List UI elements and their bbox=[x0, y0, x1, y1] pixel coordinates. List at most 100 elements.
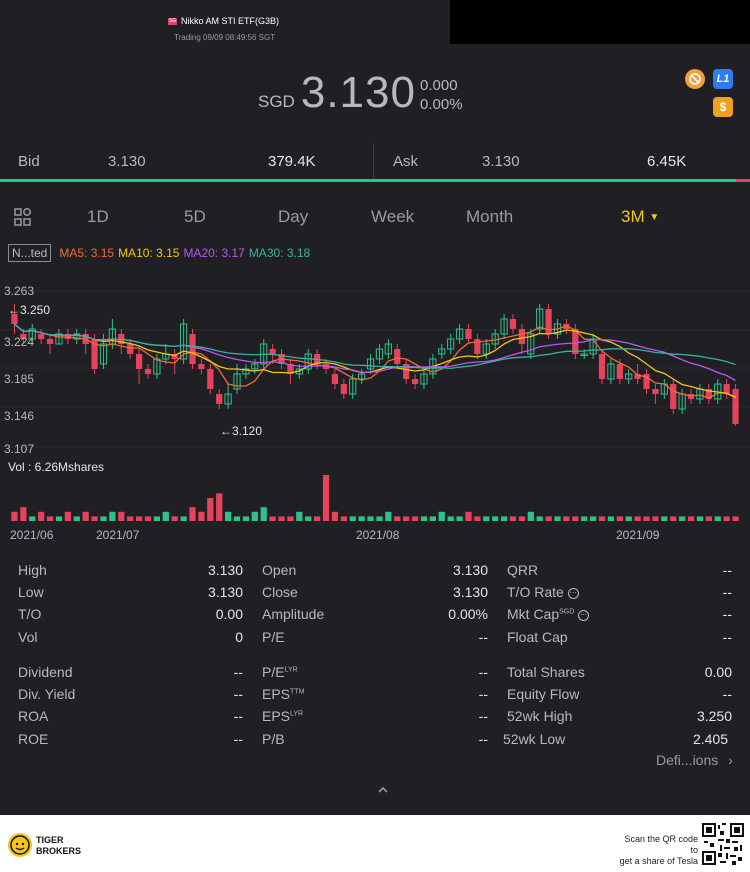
candlestick-chart[interactable] bbox=[0, 275, 750, 525]
stat-value: -- bbox=[478, 664, 488, 680]
qr-caption-line: Scan the QR code to bbox=[624, 834, 698, 855]
ma5-label: MA5: 3.15 bbox=[59, 246, 115, 260]
volume-label: Vol : 6.26Mshares bbox=[8, 460, 105, 474]
candle-body bbox=[616, 364, 623, 379]
stat-value: 0.00% bbox=[448, 606, 488, 622]
volume-bar bbox=[64, 511, 71, 521]
volume-bar bbox=[340, 516, 347, 521]
volume-bar bbox=[198, 511, 205, 521]
brand-line: TIGER bbox=[36, 835, 64, 845]
volume-bar bbox=[322, 475, 330, 521]
volume-bar bbox=[82, 511, 89, 521]
candle-body bbox=[465, 329, 472, 339]
ask-label: Ask bbox=[393, 153, 419, 170]
date-label: 2021/08 bbox=[356, 528, 400, 542]
dollar-icon[interactable]: $ bbox=[713, 97, 733, 117]
stat-value: -- bbox=[722, 562, 732, 578]
price-change-pct: 0.00% bbox=[420, 96, 463, 113]
footer-banner: TIGER BROKERS Scan the QR code to get a … bbox=[0, 815, 750, 872]
dollar-label: $ bbox=[719, 100, 727, 114]
volume-bar bbox=[367, 516, 374, 521]
period-tabs: 1D 5D Day Week Month 3M ▼ bbox=[0, 205, 750, 229]
volume-bar bbox=[305, 516, 312, 521]
bid-price: 3.130 bbox=[108, 153, 146, 170]
more-info-icon[interactable]: ⋯ bbox=[567, 587, 579, 599]
stat-sup: SGD bbox=[559, 608, 575, 616]
stat-value: 2.405 bbox=[692, 731, 728, 747]
volume-bar bbox=[625, 516, 632, 521]
volume-bar bbox=[545, 516, 552, 521]
volume-bar bbox=[109, 511, 116, 521]
tiger-logo-icon bbox=[8, 833, 32, 857]
tab-month[interactable]: Month bbox=[466, 207, 513, 227]
stat-label: ROE bbox=[18, 731, 49, 747]
volume-bar bbox=[55, 516, 63, 521]
price-block: SGD 3.130 bbox=[258, 70, 416, 116]
tab-1d[interactable]: 1D bbox=[87, 207, 109, 227]
volume-bar bbox=[474, 516, 481, 521]
tab-week[interactable]: Week bbox=[371, 207, 414, 227]
volume-bar bbox=[118, 511, 125, 521]
volume-bar bbox=[349, 516, 356, 521]
currency: SGD bbox=[258, 92, 295, 111]
candle-body bbox=[670, 384, 677, 409]
y-tick-label: 3.224 bbox=[4, 335, 35, 349]
chevron-right-icon: › bbox=[728, 752, 733, 768]
stat-value: 3.130 bbox=[452, 584, 488, 600]
stat-value: -- bbox=[233, 731, 243, 747]
volume-bar bbox=[456, 516, 463, 521]
volume-bar bbox=[100, 516, 107, 521]
stat-value: 3.130 bbox=[207, 562, 243, 578]
stat-label: Dividend bbox=[18, 664, 73, 680]
y-tick-label: 3.185 bbox=[4, 372, 35, 386]
stat-value: -- bbox=[722, 686, 732, 702]
volume-bar bbox=[251, 511, 258, 521]
caret-down-icon: ▼ bbox=[649, 212, 660, 224]
stat-label[interactable]: Mkt CapSGD ⋯ bbox=[507, 606, 590, 622]
chevron-up-icon[interactable] bbox=[377, 784, 389, 796]
more-info-icon[interactable]: ⋯ bbox=[578, 609, 590, 621]
stat-value: 0.00 bbox=[215, 606, 243, 622]
volume-bar bbox=[670, 516, 677, 521]
tab-day[interactable]: Day bbox=[278, 207, 308, 227]
volume-bar bbox=[260, 507, 267, 521]
no-symbol-icon[interactable] bbox=[685, 69, 705, 89]
date-label: 2021/06 bbox=[10, 528, 54, 542]
stat-label: P/E bbox=[262, 629, 285, 645]
stat-value: -- bbox=[722, 629, 732, 645]
stat-label: ROA bbox=[18, 708, 49, 724]
candle-body bbox=[46, 339, 54, 344]
volume-bar bbox=[732, 516, 739, 521]
volume-bar bbox=[411, 516, 419, 521]
stat-label[interactable]: T/O Rate ⋯ bbox=[507, 584, 579, 600]
tab-5d[interactable]: 5D bbox=[184, 207, 206, 227]
brand-name: TIGER BROKERS bbox=[36, 835, 81, 857]
level1-icon[interactable]: L1 bbox=[713, 69, 733, 89]
tab-3m[interactable]: 3M ▼ bbox=[621, 207, 659, 227]
volume-bar bbox=[216, 493, 223, 521]
volume-bar bbox=[171, 516, 178, 521]
trading-status: Trading 09/09 08:49:56 SGT bbox=[174, 33, 276, 42]
qr-code-icon[interactable] bbox=[702, 823, 744, 865]
stat-value: 0.00 bbox=[704, 664, 732, 680]
volume-bar bbox=[483, 516, 490, 521]
date-label: 2021/09 bbox=[616, 528, 660, 542]
volume-bar bbox=[29, 516, 36, 521]
grid-icon[interactable] bbox=[14, 208, 32, 226]
volume-bar bbox=[224, 511, 232, 521]
stat-label: Low bbox=[18, 584, 44, 600]
volume-bar bbox=[385, 511, 392, 521]
high-marker: ←3.250 bbox=[8, 303, 51, 317]
volume-bar bbox=[492, 516, 499, 521]
volume-bar bbox=[438, 511, 445, 521]
volume-bar bbox=[679, 516, 686, 521]
volume-bar bbox=[518, 516, 526, 521]
stat-label-text: T/O Rate bbox=[507, 584, 564, 600]
adjustment-tag[interactable]: N...ted bbox=[8, 244, 52, 262]
brand-line: BROKERS bbox=[36, 846, 82, 856]
volume-bar bbox=[563, 516, 570, 521]
date-label: 2021/07 bbox=[96, 528, 140, 542]
volume-bar bbox=[429, 516, 436, 521]
stat-label: P/B bbox=[262, 731, 285, 747]
definitions-link[interactable]: Defi...ions › bbox=[656, 752, 733, 768]
